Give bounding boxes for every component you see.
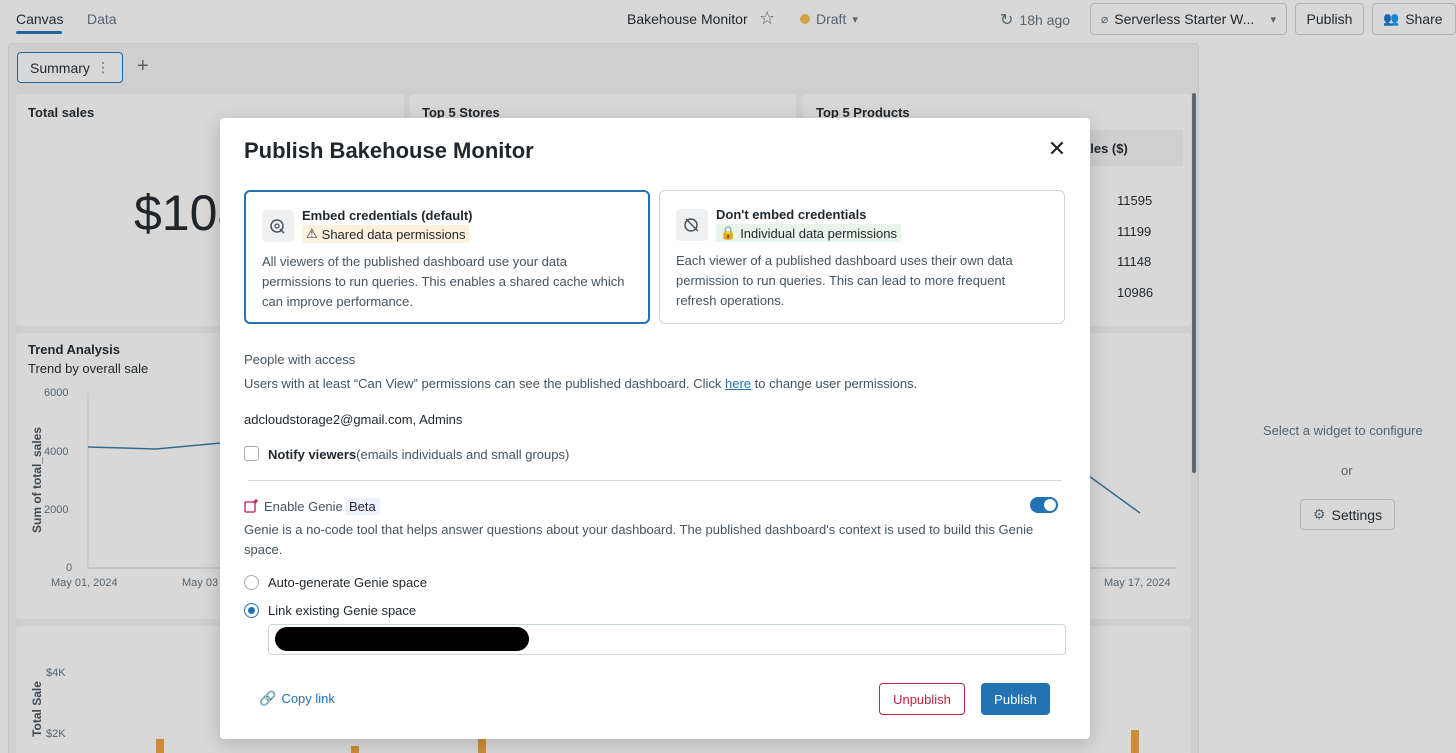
access-label: People with access: [244, 352, 356, 367]
no-embed-credentials-icon: [676, 209, 708, 241]
redacted-value: [275, 627, 529, 651]
lock-icon: 🔒: [720, 225, 737, 240]
notify-label: Notify viewers: [268, 447, 357, 462]
link-existing-radio[interactable]: [244, 603, 259, 618]
link-icon: 🔗: [259, 690, 277, 706]
link-existing-label[interactable]: Link existing Genie space: [268, 603, 416, 618]
embed-credentials-icon: [262, 210, 294, 242]
access-text: to change user permissions.: [751, 376, 918, 391]
permissions-link[interactable]: here: [725, 376, 751, 391]
publish-button[interactable]: Publish: [981, 683, 1050, 715]
embed-credentials-option[interactable]: Embed credentials (default) ⚠ Shared dat…: [244, 190, 650, 324]
access-users: adcloudstorage2@gmail.com, Admins: [244, 412, 463, 427]
individual-permissions-badge: 🔒 Individual data permissions: [716, 224, 901, 242]
beta-badge: Beta: [345, 498, 380, 515]
notify-viewers-checkbox[interactable]: [244, 446, 259, 461]
publish-dialog: Publish Bakehouse Monitor ✕ Embed creden…: [220, 118, 1090, 739]
dont-embed-credentials-option[interactable]: Don't embed credentials 🔒 Individual dat…: [659, 190, 1065, 324]
unpublish-button[interactable]: Unpublish: [879, 683, 965, 715]
access-text: Users with at least “Can View” permissio…: [244, 376, 725, 391]
badge-label: Individual data permissions: [740, 225, 897, 241]
close-icon[interactable]: ✕: [1046, 138, 1068, 160]
auto-generate-radio[interactable]: [244, 575, 259, 590]
badge-label: Shared data permissions: [321, 226, 466, 242]
warning-icon: ⚠: [306, 226, 318, 241]
option-title: Embed credentials (default): [302, 208, 473, 223]
copy-link-label: Copy link: [281, 691, 335, 706]
option-description: Each viewer of a published dashboard use…: [676, 253, 1013, 308]
genie-sparkle-icon: [244, 498, 259, 513]
shared-permissions-badge: ⚠ Shared data permissions: [302, 225, 470, 243]
notify-viewers-label[interactable]: Notify viewers(emails individuals and sm…: [268, 447, 569, 462]
dialog-title: Publish Bakehouse Monitor: [244, 138, 534, 163]
toggle-knob: [1044, 499, 1056, 511]
genie-space-input[interactable]: [268, 624, 1066, 655]
copy-link-button[interactable]: 🔗 Copy link: [259, 690, 335, 707]
genie-label: Enable Genie: [264, 499, 343, 514]
auto-generate-label[interactable]: Auto-generate Genie space: [268, 575, 427, 590]
option-title: Don't embed credentials: [716, 207, 867, 222]
enable-genie-toggle[interactable]: [1030, 497, 1058, 513]
access-description: Users with at least “Can View” permissio…: [244, 376, 917, 391]
section-divider: [248, 480, 1062, 481]
genie-description: Genie is a no-code tool that helps answe…: [244, 522, 1034, 557]
option-description: All viewers of the published dashboard u…: [262, 254, 625, 309]
notify-hint: (emails individuals and small groups): [356, 447, 570, 462]
